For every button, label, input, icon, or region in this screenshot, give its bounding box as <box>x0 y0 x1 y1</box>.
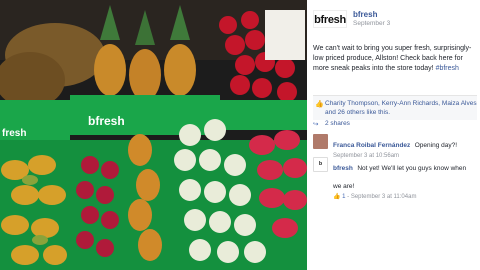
comment-author[interactable]: Franca Roibal Fernández <box>333 142 410 149</box>
hashtag-link[interactable]: #bfresh <box>436 65 459 72</box>
share-icon: ↪ <box>313 121 319 128</box>
post-header: bfresh bfresh September 3 <box>313 8 476 30</box>
comment-text: Opening day?! <box>414 142 458 149</box>
likes-text[interactable]: Charity Thompson, Kerry-Ann Richards, Ma… <box>325 100 477 116</box>
post-timestamp[interactable]: September 3 <box>353 20 390 27</box>
produce-photo-illustration: bfresh fresh <box>0 0 307 270</box>
comment-like-count[interactable]: 1 <box>342 194 345 200</box>
page-avatar[interactable]: bfresh <box>313 10 347 28</box>
post-text: We can't wait to bring you super fresh, … <box>313 44 475 74</box>
crate-label: bfresh <box>88 114 125 128</box>
comment-author[interactable]: bfresh <box>333 165 353 172</box>
commenter-avatar[interactable]: b <box>313 157 328 172</box>
thumbs-up-icon: 👍 <box>333 194 341 200</box>
comment-text: Not yet! We'll let you guys know when we… <box>333 165 467 190</box>
lightbox: bfresh fresh bfresh bfresh September 3 W… <box>0 0 480 270</box>
page-name-link[interactable]: bfresh <box>353 10 377 19</box>
shares-count[interactable]: 2 shares <box>325 120 350 127</box>
likes-summary[interactable]: 👍 Charity Thompson, Kerry-Ann Richards, … <box>313 95 477 120</box>
post-photo[interactable]: bfresh fresh <box>0 0 307 270</box>
svg-text:fresh: fresh <box>2 128 26 139</box>
post-details-panel: bfresh bfresh September 3 We can't wait … <box>307 0 480 270</box>
commenter-avatar[interactable] <box>313 134 328 149</box>
thumbs-up-icon: 👍 <box>315 101 324 108</box>
comment-timestamp[interactable]: - September 3 at 11:04am <box>347 194 416 200</box>
comment-meta: 👍 1 - September 3 at 11:04am <box>333 193 473 202</box>
